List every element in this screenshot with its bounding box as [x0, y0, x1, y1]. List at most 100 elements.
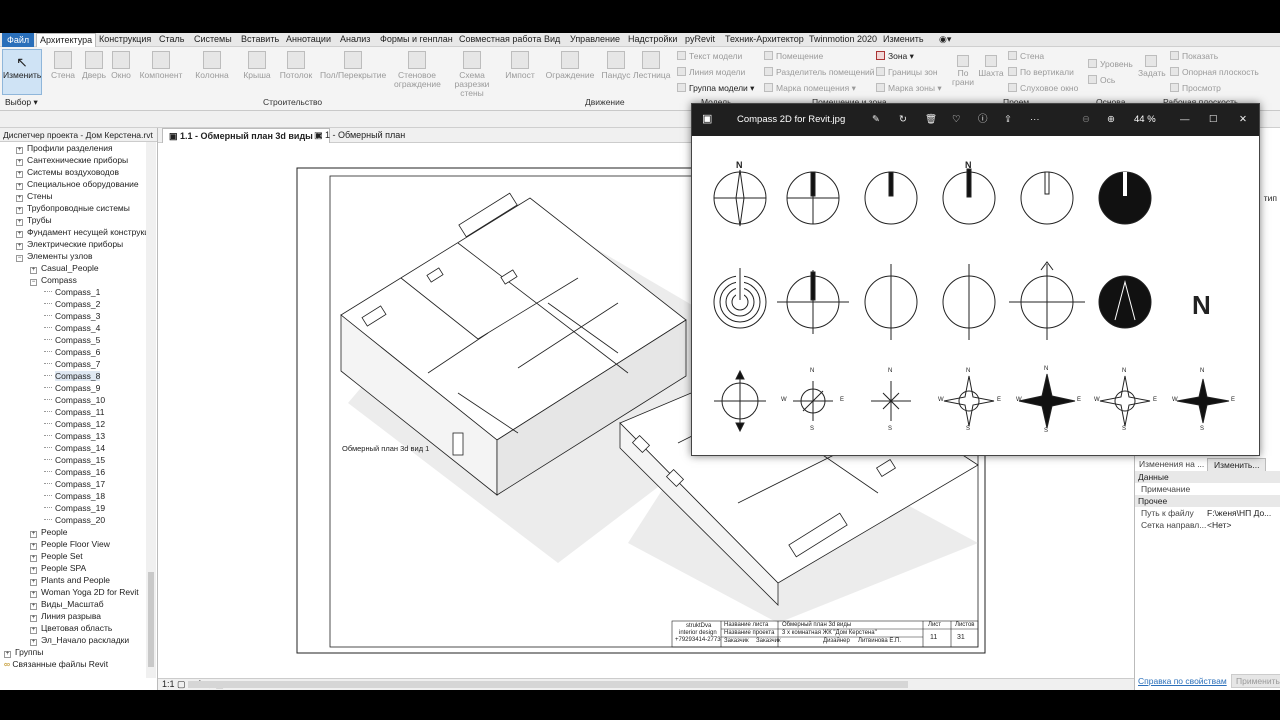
- tab-manage[interactable]: Управление: [567, 34, 623, 44]
- expand-icon[interactable]: +: [16, 207, 23, 214]
- tree-item[interactable]: Compass_20: [44, 514, 105, 526]
- by-face-button[interactable]: По грани: [950, 55, 976, 87]
- expand-icon[interactable]: +: [30, 567, 37, 574]
- tree-item[interactable]: Compass_10: [44, 394, 105, 406]
- tab-systems[interactable]: Системы: [191, 34, 235, 44]
- expand-icon[interactable]: +: [30, 591, 37, 598]
- stair-button[interactable]: Лестница: [633, 51, 671, 80]
- window-button[interactable]: Окно: [108, 51, 134, 80]
- tree-item[interactable]: + Трубопроводные системы: [16, 202, 130, 214]
- model-line-button[interactable]: Линия модели: [677, 67, 745, 78]
- tree-item[interactable]: Compass_4: [44, 322, 100, 334]
- wall-button[interactable]: Стена: [50, 51, 76, 80]
- wall-opening-button[interactable]: Стена: [1008, 51, 1044, 62]
- tree-item[interactable]: Compass_19: [44, 502, 105, 514]
- props-grid-row[interactable]: Сетка направл... <Нет>: [1135, 519, 1280, 531]
- expand-icon[interactable]: +: [16, 219, 23, 226]
- expand-icon[interactable]: +: [16, 147, 23, 154]
- expand-icon[interactable]: +: [30, 555, 37, 562]
- tree-item[interactable]: − Compass: [30, 274, 77, 286]
- tab-measured-plan[interactable]: ▣ 1 - Обмерный план: [308, 128, 411, 143]
- tab-steel[interactable]: Сталь: [156, 34, 187, 44]
- edit-type-button[interactable]: Изменить...: [1207, 458, 1267, 472]
- ramp-button[interactable]: Пандус: [601, 51, 631, 80]
- collapse-icon[interactable]: −: [30, 279, 37, 286]
- show-workplane-button[interactable]: Показать: [1170, 51, 1218, 62]
- model-text-button[interactable]: Текст модели: [677, 51, 742, 62]
- room-button[interactable]: Помещение: [764, 51, 823, 62]
- props-path-row[interactable]: Путь к файлу F:\женя\НП До...: [1135, 507, 1280, 519]
- mullion-button[interactable]: Импост: [504, 51, 536, 80]
- tree-item[interactable]: Compass_15: [44, 454, 105, 466]
- tab-addins[interactable]: Надстройки: [625, 34, 680, 44]
- favorite-icon[interactable]: ♡: [952, 114, 961, 126]
- collapse-icon[interactable]: −: [16, 255, 23, 262]
- tree-item[interactable]: Compass_1: [44, 286, 100, 298]
- set-workplane-button[interactable]: Задать: [1138, 55, 1166, 78]
- info-icon[interactable]: ⓘ: [978, 114, 988, 126]
- edit-icon[interactable]: ✎: [872, 114, 880, 126]
- curtain-system-button[interactable]: Стеновое ограждение: [394, 51, 441, 89]
- shaft-button[interactable]: Шахта: [978, 55, 1004, 78]
- railing-button[interactable]: Ограждение: [545, 51, 595, 80]
- select-dropdown[interactable]: Выбор ▾: [5, 97, 38, 108]
- hscroll-track[interactable]: [188, 681, 908, 688]
- tab-massing[interactable]: Формы и генплан: [377, 34, 456, 44]
- tree-item[interactable]: + Линия разрыва: [30, 610, 101, 622]
- expand-icon[interactable]: +: [30, 543, 37, 550]
- tree-item[interactable]: Compass_12: [44, 418, 105, 430]
- close-icon[interactable]: ✕: [1239, 114, 1247, 126]
- tab-architecture[interactable]: Архитектура: [36, 33, 97, 47]
- scroll-thumb[interactable]: [148, 572, 154, 667]
- expand-icon[interactable]: +: [30, 603, 37, 610]
- vertical-opening-button[interactable]: По вертикали: [1008, 67, 1074, 78]
- tree-item[interactable]: Compass_6: [44, 346, 100, 358]
- share-icon[interactable]: ⇪: [1004, 114, 1012, 126]
- tree-item[interactable]: + Plants and People: [30, 574, 110, 586]
- delete-icon[interactable]: 🗑: [925, 114, 937, 126]
- properties-help-link[interactable]: Справка по свойствам: [1138, 676, 1227, 686]
- zoom-in-icon[interactable]: ⊕: [1107, 114, 1115, 126]
- rotate-icon[interactable]: ↻: [899, 114, 907, 126]
- tree-item[interactable]: − Элементы узлов: [16, 250, 93, 262]
- expand-icon[interactable]: +: [16, 243, 23, 250]
- expand-icon[interactable]: +: [30, 531, 37, 538]
- tree-item[interactable]: Compass_9: [44, 382, 100, 394]
- floor-button[interactable]: Пол/Перекрытие: [320, 51, 386, 80]
- tree-item[interactable]: Compass_2: [44, 298, 100, 310]
- tab-insert[interactable]: Вставить: [238, 34, 282, 44]
- apply-button[interactable]: Применить: [1231, 674, 1280, 688]
- column-button[interactable]: Колонна: [193, 51, 231, 80]
- expand-icon[interactable]: +: [16, 195, 23, 202]
- tree-item[interactable]: Compass_14: [44, 442, 105, 454]
- minimize-icon[interactable]: —: [1180, 114, 1190, 126]
- more-icon[interactable]: ···: [1030, 114, 1040, 126]
- ref-plane-button[interactable]: Опорная плоскость: [1170, 67, 1259, 78]
- component-button[interactable]: Компонент: [138, 51, 184, 80]
- tree-item[interactable]: Compass_18: [44, 490, 105, 502]
- expand-icon[interactable]: +: [16, 183, 23, 190]
- zone-boundary-button[interactable]: Границы зон: [876, 67, 938, 78]
- expand-icon[interactable]: +: [30, 627, 37, 634]
- tree-item[interactable]: Compass_11: [44, 406, 104, 418]
- tree-item[interactable]: + Группы: [4, 646, 43, 658]
- maximize-icon[interactable]: ☐: [1209, 114, 1218, 126]
- tree-item[interactable]: Compass_5: [44, 334, 100, 346]
- browser-scrollbar[interactable]: [146, 142, 156, 678]
- tree-item[interactable]: + People SPA: [30, 562, 86, 574]
- tree-item[interactable]: Compass_17: [44, 478, 105, 490]
- expand-icon[interactable]: +: [30, 615, 37, 622]
- tree-item[interactable]: + Профили разделения: [16, 142, 113, 154]
- expand-icon[interactable]: +: [30, 639, 37, 646]
- canvas-hscrollbar[interactable]: 1:1 ▢ ◐ ✱ ◈ ▣ «: [158, 678, 1134, 690]
- tab-options-icon[interactable]: ◉▾: [936, 34, 954, 45]
- zone-button[interactable]: Зона ▾: [876, 51, 914, 62]
- tree-item[interactable]: + Трубы: [16, 214, 52, 226]
- viewer-button[interactable]: Просмотр: [1170, 83, 1221, 94]
- dormer-button[interactable]: Слуховое окно: [1008, 83, 1078, 94]
- tab-annotate[interactable]: Аннотации: [283, 34, 334, 44]
- tree-item[interactable]: + Специальное оборудование: [16, 178, 139, 190]
- tree-item[interactable]: + Цветовая область: [30, 622, 112, 634]
- tree-item[interactable]: + Стены: [16, 190, 52, 202]
- door-button[interactable]: Дверь: [81, 51, 107, 80]
